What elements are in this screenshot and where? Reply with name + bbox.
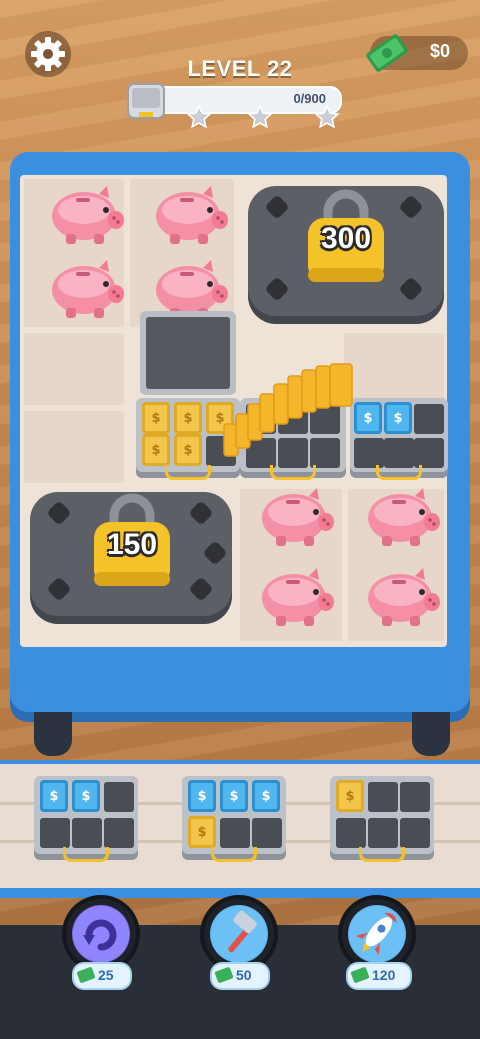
tray-briefcase-3[interactable]: $	[330, 776, 434, 862]
rocket-icon	[348, 905, 406, 963]
level-title: LEVEL 22	[187, 56, 293, 81]
progress-star-3-icon	[314, 104, 340, 130]
grid-cell	[24, 411, 124, 483]
blue-bill-icon: $	[40, 780, 68, 812]
blue-bill-icon: $	[252, 780, 280, 812]
booster-rocket-price: 120	[346, 962, 412, 990]
grid-cell	[24, 333, 124, 405]
blue-bill-icon: $	[188, 780, 216, 812]
piggy-bank-icon[interactable]	[44, 250, 126, 322]
price-label: 50	[236, 967, 252, 983]
piggy-bank-icon[interactable]	[254, 478, 336, 550]
padlock-icon: 300	[306, 186, 386, 286]
briefcase-icon	[126, 82, 166, 122]
blue-bill-icon: $	[72, 780, 100, 812]
blue-bill-icon: $	[220, 780, 248, 812]
level-progress-bar: 0/900	[136, 86, 342, 114]
piggy-bank-icon[interactable]	[148, 176, 230, 248]
gold-bill-stream	[216, 360, 360, 460]
gold-bill-icon: $	[174, 434, 202, 466]
board-leg-right	[412, 712, 450, 756]
price-label: 25	[98, 967, 114, 983]
booster-hammer-price: 50	[210, 962, 270, 990]
piggy-bank-icon[interactable]	[44, 176, 126, 248]
board-leg-left	[34, 712, 72, 756]
gold-bill-icon: $	[142, 434, 170, 466]
progress-star-1-icon	[186, 104, 212, 130]
gold-bill-icon: $	[174, 402, 202, 434]
lock-cost-label: 300	[320, 222, 372, 255]
blue-bill-icon: $	[384, 402, 412, 434]
padlock-icon: 150	[92, 490, 172, 590]
cash-icon	[350, 966, 370, 984]
refresh-icon	[72, 905, 130, 963]
progress-star-2-icon	[247, 104, 273, 130]
piggy-bank-icon[interactable]	[360, 478, 442, 550]
piggy-bank-icon[interactable]	[254, 558, 336, 630]
cash-icon	[76, 966, 96, 984]
piggy-bank-icon[interactable]	[360, 558, 442, 630]
briefcase-blue[interactable]: $ $	[350, 398, 448, 480]
booster-refresh-price: 25	[72, 962, 132, 990]
tray-briefcase-2[interactable]: $ $ $ $	[182, 776, 286, 862]
gold-bill-icon: $	[336, 780, 364, 812]
price-label: 120	[372, 967, 396, 983]
hammer-icon	[210, 905, 268, 963]
gold-bill-icon: $	[188, 816, 216, 848]
tray-briefcase-1[interactable]: $ $	[34, 776, 138, 862]
cash-icon	[214, 966, 234, 984]
lock-cost-label: 150	[106, 528, 158, 561]
gold-bill-icon: $	[142, 402, 170, 434]
